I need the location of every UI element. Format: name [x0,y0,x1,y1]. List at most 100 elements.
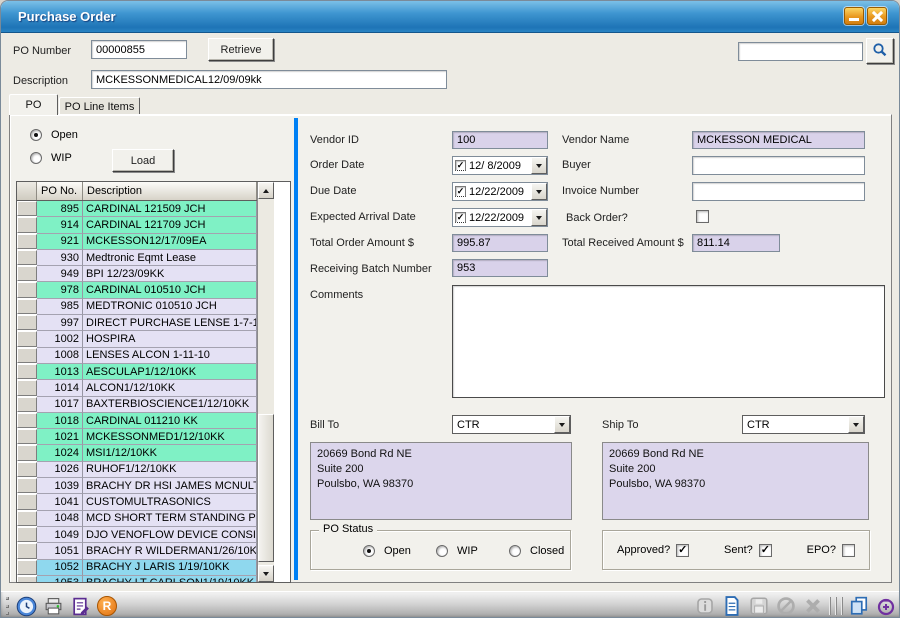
r-badge-icon[interactable]: R [96,595,118,617]
toolbar-grip[interactable] [6,597,10,615]
status-radio-wip[interactable]: WIP [436,545,478,557]
info-icon[interactable] [694,595,716,617]
table-row[interactable]: 1002HOSPIRA [17,331,257,347]
retrieve-button[interactable]: Retrieve [208,38,274,61]
vendor-name-field[interactable]: MCKESSON MEDICAL [692,131,865,149]
row-selector[interactable] [17,234,37,249]
edit-notes-icon[interactable] [69,595,91,617]
row-selector[interactable] [17,397,37,412]
add-record-icon[interactable] [875,595,897,617]
table-row[interactable]: 895CARDINAL 121509 JCH [17,201,257,217]
row-selector[interactable] [17,266,37,281]
table-row[interactable]: 1021MCKESSONMED1/12/10KK [17,429,257,445]
grid-scrollbar[interactable] [257,182,274,582]
expected-arrival-checkbox[interactable] [455,212,466,223]
sent-checkbox[interactable] [759,544,772,557]
row-selector[interactable] [17,462,37,477]
table-row[interactable]: 914CARDINAL 121709 JCH [17,217,257,233]
row-selector[interactable] [17,250,37,265]
row-selector[interactable] [17,217,37,232]
row-selector[interactable] [17,364,37,379]
bill-to-select[interactable]: CTR [452,415,571,434]
load-button[interactable]: Load [112,149,174,172]
table-row[interactable]: 930Medtronic Eqmt Lease [17,250,257,266]
ship-to-dropdown-icon[interactable] [848,416,864,433]
history-clock-icon[interactable] [15,595,37,617]
cancel-disabled-icon[interactable] [775,595,797,617]
scroll-up-icon[interactable] [258,182,274,199]
approved-checkbox[interactable] [676,544,689,557]
copy-pages-icon[interactable] [848,595,870,617]
table-row[interactable]: 1013AESCULAP1/12/10KK [17,364,257,380]
ship-to-select[interactable]: CTR [742,415,865,434]
back-order-checkbox[interactable] [696,210,709,223]
row-selector[interactable] [17,201,37,216]
bill-to-dropdown-icon[interactable] [554,416,570,433]
table-row[interactable]: 978CARDINAL 010510 JCH [17,282,257,298]
table-row[interactable]: 1026RUHOF1/12/10KK [17,462,257,478]
row-selector[interactable] [17,429,37,444]
row-selector[interactable] [17,331,37,346]
vendor-id-field[interactable]: 100 [452,131,548,149]
delete-disabled-icon[interactable] [802,595,824,617]
order-date-checkbox[interactable] [455,160,466,171]
row-selector[interactable] [17,511,37,526]
po-number-input[interactable] [91,40,187,59]
sent-flag[interactable]: Sent? [724,544,772,557]
approved-flag[interactable]: Approved? [617,544,689,557]
table-row[interactable]: 1051BRACHY R WILDERMAN1/26/10KK [17,543,257,559]
table-row[interactable]: 1048MCD SHORT TERM STANDING PO [17,511,257,527]
row-selector[interactable] [17,478,37,493]
search-button[interactable] [866,38,894,64]
close-button[interactable] [867,7,887,25]
row-selector[interactable] [17,560,37,575]
minimize-button[interactable] [844,7,864,25]
tab-po[interactable]: PO [9,94,58,115]
table-row[interactable]: 1018CARDINAL 011210 KK [17,413,257,429]
invoice-number-input[interactable] [692,182,865,201]
table-row[interactable]: 985MEDTRONIC 010510 JCH [17,299,257,315]
description-input[interactable] [91,70,447,89]
table-row[interactable]: 921MCKESSON12/17/09EA [17,234,257,250]
table-row[interactable]: 1053BRACHY LT CARLSON1/19/10KK [17,576,257,582]
search-input[interactable] [738,42,863,61]
print-icon[interactable] [42,595,64,617]
table-row[interactable]: 1041CUSTOMULTRASONICS [17,494,257,510]
epo-flag[interactable]: EPO? [807,544,855,557]
expected-arrival-dropdown-icon[interactable] [531,209,547,226]
row-selector[interactable] [17,445,37,460]
comments-textarea[interactable] [452,285,885,398]
save-disabled-icon[interactable] [748,595,770,617]
filter-radio-wip[interactable]: WIP [30,152,72,164]
row-selector[interactable] [17,299,37,314]
table-row[interactable]: 1049DJO VENOFLOW DEVICE CONSIG [17,527,257,543]
scroll-down-icon[interactable] [258,565,274,582]
due-date-picker[interactable]: 12/22/2009 [452,182,548,201]
status-radio-closed[interactable]: Closed [509,545,564,557]
table-row[interactable]: 997DIRECT PURCHASE LENSE 1-7-10 [17,315,257,331]
row-selector[interactable] [17,527,37,542]
row-selector[interactable] [17,494,37,509]
table-row[interactable]: 1014ALCON1/12/10KK [17,380,257,396]
due-date-checkbox[interactable] [455,186,466,197]
table-row[interactable]: 1024MSI1/12/10KK [17,445,257,461]
order-date-dropdown-icon[interactable] [531,157,547,174]
status-radio-open[interactable]: Open [363,545,411,557]
row-selector[interactable] [17,543,37,558]
filter-radio-open[interactable]: Open [30,129,78,141]
row-selector[interactable] [17,413,37,428]
table-row[interactable]: 1039BRACHY DR HSI JAMES MCNULTY [17,478,257,494]
po-no-column-header[interactable]: PO No. [37,182,83,200]
receiving-batch-number-field[interactable]: 953 [452,259,548,277]
scrollbar-thumb[interactable] [258,414,274,562]
table-row[interactable]: 1008LENSES ALCON 1-11-10 [17,348,257,364]
table-row[interactable]: 949BPI 12/23/09KK [17,266,257,282]
tab-po-line-items[interactable]: PO Line Items [59,97,140,115]
buyer-input[interactable] [692,156,865,175]
row-selector[interactable] [17,282,37,297]
row-selector[interactable] [17,348,37,363]
expected-arrival-date-picker[interactable]: 12/22/2009 [452,208,548,227]
table-row[interactable]: 1017BAXTERBIOSCIENCE1/12/10KK [17,397,257,413]
order-date-picker[interactable]: 12/ 8/2009 [452,156,548,175]
row-selector[interactable] [17,576,37,582]
